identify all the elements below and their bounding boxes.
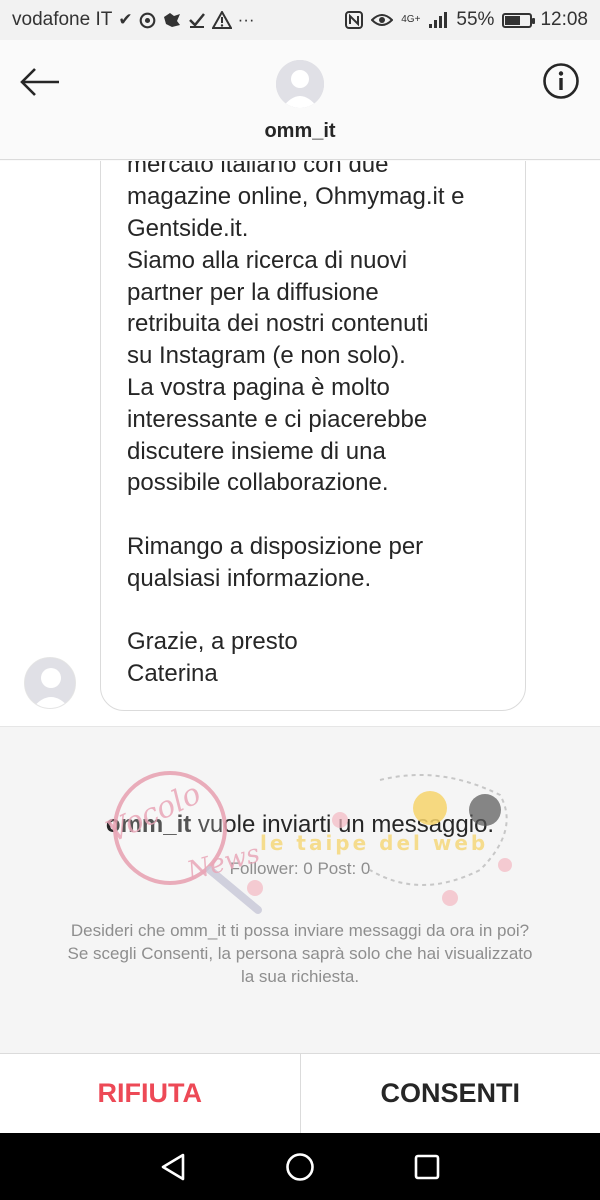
decline-button[interactable]: RIFIUTA: [0, 1054, 301, 1133]
arrow-left-icon: [20, 68, 59, 96]
request-username: omm_it: [105, 811, 192, 838]
nav-home-button[interactable]: [280, 1147, 320, 1187]
status-left: vodafone IT ✔ ···: [12, 9, 255, 31]
chrome-icon: [139, 12, 156, 29]
conversation-title[interactable]: omm_it: [0, 120, 600, 143]
battery-icon: [502, 12, 536, 28]
check-icon: ✔: [118, 10, 133, 29]
network-label: 4G+: [401, 14, 421, 25]
avatar-placeholder-icon: [276, 60, 324, 108]
avatar-placeholder-icon: [25, 658, 75, 708]
system-nav-bar: [0, 1133, 600, 1200]
nav-recents-button[interactable]: [407, 1147, 447, 1187]
profile-avatar[interactable]: [276, 60, 324, 108]
message-bubble[interactable]: mercato italiano con due magazine online…: [100, 161, 526, 711]
puzzle-icon: [162, 11, 182, 29]
sender-avatar[interactable]: [24, 657, 76, 709]
nav-back-button[interactable]: [153, 1147, 193, 1187]
check-icon: [188, 11, 206, 29]
request-title: omm_it vuole inviarti un messaggio.: [0, 811, 600, 839]
recents-square-icon: [414, 1154, 439, 1179]
request-stats: Follower: 0 Post: 0: [229, 859, 371, 878]
warning-icon: [211, 11, 232, 29]
carrier-label: vodafone IT: [12, 9, 113, 30]
status-right: 4G+ 55% 12:08: [345, 9, 588, 31]
back-button[interactable]: [18, 62, 62, 102]
accept-button[interactable]: CONSENTI: [301, 1054, 600, 1133]
clock: 12:08: [540, 9, 588, 30]
status-bar: vodafone IT ✔ ··· 4G+ 55% 12:08: [0, 0, 600, 40]
conversation-header: omm_it: [0, 40, 600, 160]
back-triangle-icon: [162, 1153, 185, 1180]
request-title-text: vuole inviarti un messaggio.: [191, 811, 495, 838]
message-thread[interactable]: mercato italiano con due magazine online…: [0, 161, 600, 726]
eye-icon: [371, 12, 394, 28]
signal-icon: 4G+: [401, 15, 420, 25]
info-icon: [543, 63, 579, 99]
signal-bars-icon: [428, 11, 448, 29]
home-circle-icon: [286, 1152, 314, 1181]
more-icon: ···: [237, 10, 255, 29]
request-description: Desideri che omm_it ti possa inviare mes…: [67, 921, 533, 986]
request-actions: RIFIUTA CONSENTI: [0, 1053, 600, 1133]
message-text: mercato italiano con due magazine online…: [127, 161, 465, 688]
battery-percent: 55%: [456, 9, 495, 30]
message-request-panel: omm_it vuole inviarti un messaggio. Foll…: [0, 726, 600, 1053]
nfc-icon: [345, 11, 364, 29]
battery-fill: [505, 15, 520, 25]
info-button[interactable]: [542, 62, 580, 100]
